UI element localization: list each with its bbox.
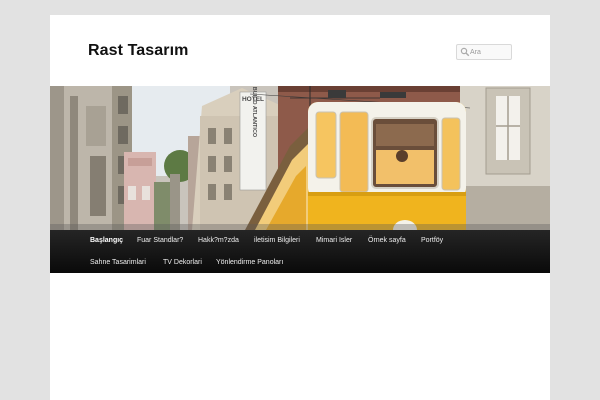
header-banner-image: HOTEL BUICO ATLANTICO <box>50 86 550 230</box>
nav-row-secondary: Sahne Tasarimlari TV Dekorlari Yönlendir… <box>50 251 550 273</box>
nav-item-sahne-tasarimlari[interactable]: Sahne Tasarimlari <box>90 251 146 273</box>
page: Rast Tasarım Ara HOTEL BUICO ATLANTICO B… <box>50 15 550 400</box>
nav-item-tv-dekorlari[interactable]: TV Dekorlari <box>163 251 202 273</box>
search-box[interactable] <box>456 44 512 60</box>
nav-item-mimari-isler[interactable]: Mimari Isler <box>316 230 352 251</box>
nav-item-baslangic[interactable]: Başlangıç <box>90 230 123 251</box>
nav-item-hakkimizda[interactable]: Hakk?m?zda <box>198 230 239 251</box>
nav-item-ornek-sayfa[interactable]: Örnek sayfa <box>368 230 406 251</box>
site-title[interactable]: Rast Tasarım <box>88 42 189 60</box>
nav-item-portfoy[interactable]: Portföy <box>421 230 443 251</box>
nav-row-primary: Başlangıç Fuar Standlar? Hakk?m?zda ilet… <box>50 230 550 251</box>
nav-item-yonlendirme-panolari[interactable]: Yönlendirme Panoları <box>216 251 283 273</box>
main-navigation: Başlangıç Fuar Standlar? Hakk?m?zda ilet… <box>50 230 550 273</box>
nav-item-iletisim-bilgileri[interactable]: iletisim Bilgileri <box>254 230 300 251</box>
nav-item-fuar-standlar[interactable]: Fuar Standlar? <box>137 230 183 251</box>
search-input[interactable] <box>470 45 510 59</box>
search-icon <box>460 47 470 57</box>
